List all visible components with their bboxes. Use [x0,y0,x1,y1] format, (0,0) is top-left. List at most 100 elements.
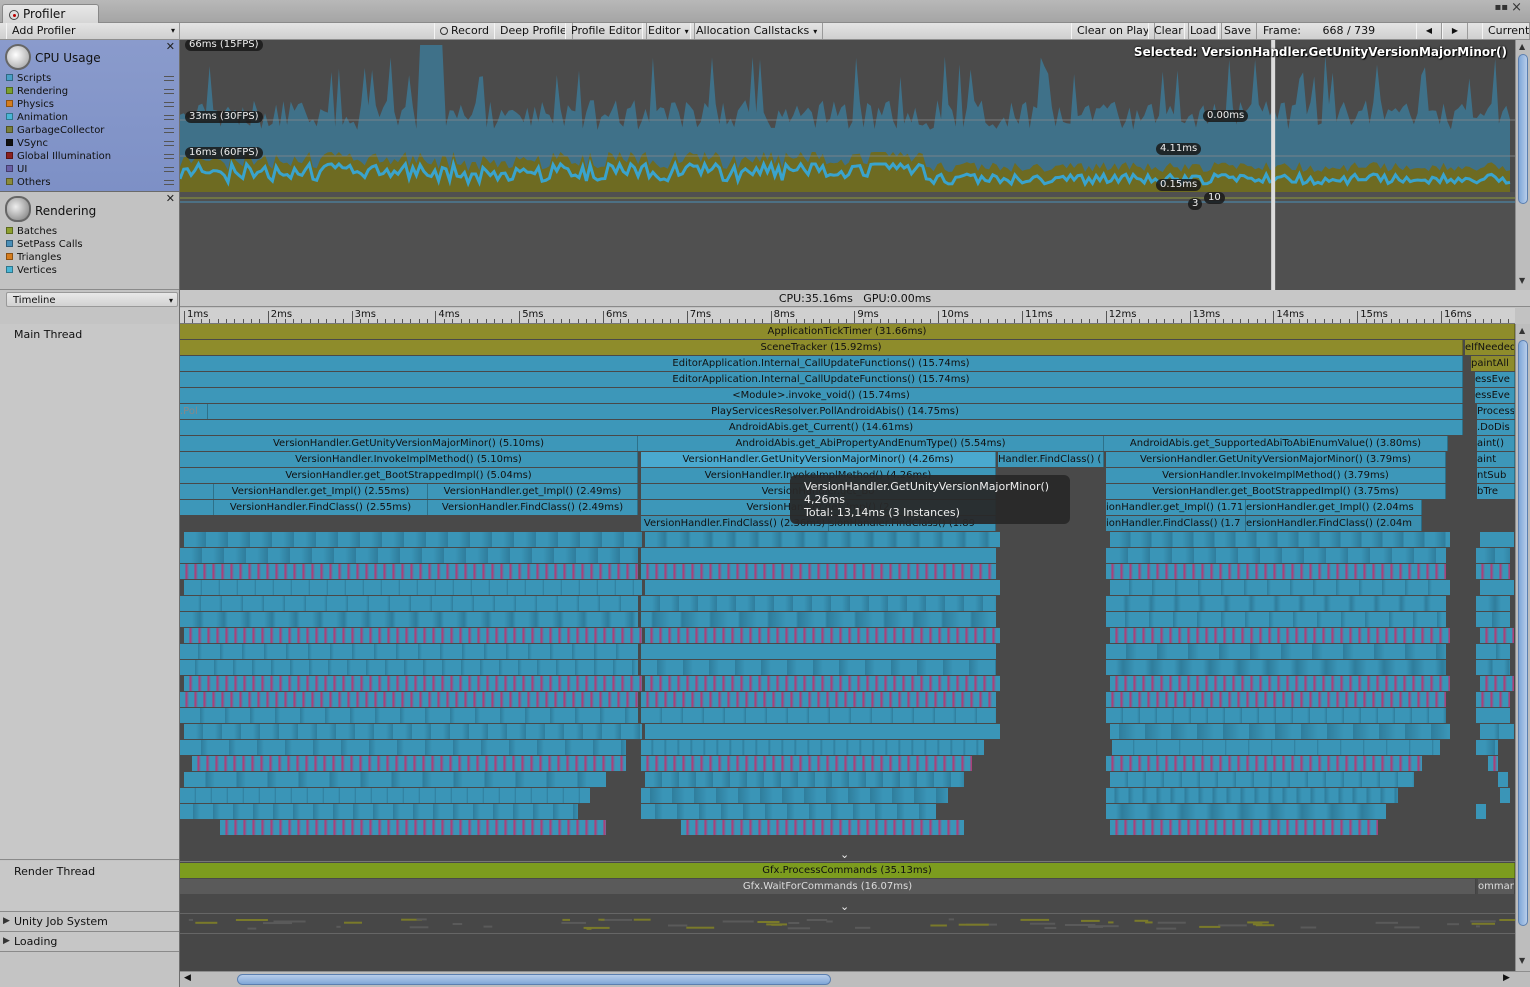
main-thread-timeline[interactable]: ApplicationTickTimer (31.66ms) SceneTrac… [180,324,1515,861]
deep-sample-row[interactable] [1476,804,1486,819]
deep-sample-row[interactable] [641,644,996,659]
timeline-horizontal-scrollbar[interactable]: ◀ ▶ [180,971,1530,987]
deep-sample-row[interactable] [180,644,638,659]
profiler-window-tab[interactable]: Profiler [2,4,99,23]
timeline-sample[interactable]: ApplicationTickTimer (31.66ms) [180,324,1515,339]
timeline-sample[interactable]: VersionHandler.FindClass() (2.49ms) [428,500,638,515]
scroll-down-icon[interactable]: ▼ [1519,276,1525,285]
timeline-sample[interactable] [180,500,214,515]
legend-item-rendering[interactable]: Rendering [6,86,174,97]
deep-sample-row[interactable] [180,596,638,611]
deep-sample-row[interactable] [645,676,1000,691]
timeline-sample[interactable]: .DoDis [1477,420,1515,435]
editor-target-dropdown[interactable]: Editor [642,23,695,39]
drag-handle-icon[interactable] [164,89,174,94]
deep-sample-row[interactable] [641,692,996,707]
add-profiler-dropdown[interactable]: Add Profiler [6,23,180,39]
deep-sample-row[interactable] [1480,628,1514,643]
timeline-sample[interactable]: AndroidAbis.get_AbiPropertyAndEnumType()… [638,436,1104,451]
scroll-up-icon[interactable]: ▲ [1519,42,1525,51]
deep-sample-row[interactable] [184,532,642,547]
horizontal-scroll-thumb[interactable] [237,974,831,985]
drag-handle-icon[interactable] [164,154,174,159]
drag-handle-icon[interactable] [164,102,174,107]
deep-sample-row[interactable] [1476,612,1510,627]
deep-profile-button[interactable]: Deep Profile [494,23,573,39]
job-system-timeline[interactable] [180,913,1515,933]
deep-sample-row[interactable] [180,564,638,579]
deep-sample-row[interactable] [641,708,996,723]
deep-sample-row[interactable] [1106,804,1386,819]
loading-group[interactable]: ▶ Loading [0,932,179,952]
deep-sample-row[interactable] [1476,548,1510,563]
timeline-sample[interactable] [180,484,214,499]
deep-sample-row[interactable] [1480,724,1514,739]
deep-sample-row[interactable] [641,612,996,627]
deep-sample-row[interactable] [1476,740,1498,755]
timeline-sample[interactable]: AndroidAbis.get_Current() (14.61ms) [180,420,1463,435]
legend-item-triangles[interactable]: Triangles [6,252,61,263]
deep-sample-row[interactable] [1110,724,1450,739]
deep-sample-row[interactable] [641,804,936,819]
cpu-usage-chart[interactable]: 66ms (15FPS) 33ms (30FPS) 16ms (60FPS) S… [180,40,1515,290]
timeline-sample[interactable]: aint() [1477,436,1515,451]
deep-sample-row[interactable] [641,788,948,803]
deep-sample-row[interactable] [645,628,1000,643]
legend-item-animation[interactable]: Animation [6,112,174,123]
deep-sample-row[interactable] [1476,708,1510,723]
timeline-sample[interactable]: VersionHandler.get_BootStrappedImpl() (5… [180,468,638,483]
deep-sample-row[interactable] [641,564,996,579]
deep-sample-row[interactable] [1110,820,1378,835]
window-menu-icon[interactable]: ▪▪ [1494,2,1508,13]
deep-sample-row[interactable] [184,628,642,643]
deep-sample-row[interactable] [1476,596,1510,611]
timeline-sample[interactable]: EditorApplication.Internal_CallUpdateFun… [180,356,1463,371]
chart-vertical-scrollbar[interactable]: ▲ ▼ [1515,40,1530,290]
drag-handle-icon[interactable] [164,76,174,81]
timeline-sample[interactable]: Gfx.WaitForCommands (16.07ms) [180,879,1476,894]
cpu-module-close-icon[interactable]: ✕ [166,40,175,53]
selected-timeline-sample[interactable]: VersionHandler.GetUnityVersionMajorMinor… [641,452,996,467]
deep-sample-row[interactable] [1476,644,1510,659]
deep-sample-row[interactable] [1106,548,1446,563]
current-frame-button[interactable]: Current [1482,23,1530,39]
deep-sample-row[interactable] [681,820,964,835]
deep-sample-row[interactable] [1476,564,1510,579]
deep-sample-row[interactable] [180,740,626,755]
deep-sample-row[interactable] [1110,532,1450,547]
deep-sample-row[interactable] [1106,644,1446,659]
timeline-sample[interactable]: VersionHandler.get_BootStrappedImpl() (3… [1106,484,1446,499]
deep-sample-row[interactable] [180,708,638,723]
deep-sample-row[interactable] [1106,788,1398,803]
profile-editor-button[interactable]: Profile Editor [565,23,648,39]
deep-sample-row[interactable] [180,804,578,819]
clear-button[interactable]: Clear [1148,23,1189,39]
deep-sample-row[interactable] [1106,596,1446,611]
timeline-sample[interactable]: paintAll [1471,356,1515,371]
legend-item-ui[interactable]: UI [6,164,174,175]
timeline-sample[interactable]: ionHandler.get_Impl() (1.71 [1106,500,1246,515]
legend-item-physics[interactable]: Physics [6,99,174,110]
deep-sample-row[interactable] [645,580,1000,595]
deep-sample-row[interactable] [1106,612,1446,627]
timeline-sample[interactable]: <Module>.invoke_void() (15.74ms) [180,388,1463,403]
timeline-sample[interactable]: Handler.FindClass() ( [998,452,1104,467]
deep-sample-row[interactable] [645,532,1000,547]
deep-sample-row[interactable] [1110,676,1450,691]
window-close-icon[interactable]: × [1511,0,1522,15]
deep-sample-row[interactable] [180,660,638,675]
legend-item-scripts[interactable]: Scripts [6,73,174,84]
allocation-callstacks-dropdown[interactable]: Allocation Callstacks [690,23,824,39]
next-frame-button[interactable]: ▶ [1442,23,1468,39]
deep-sample-row[interactable] [180,788,590,803]
timeline-scroll-thumb[interactable] [1518,340,1528,926]
deep-sample-row[interactable] [1480,532,1514,547]
load-button[interactable]: Load [1184,23,1223,39]
deep-sample-row[interactable] [1500,788,1510,803]
deep-sample-row[interactable] [1110,772,1414,787]
cpu-usage-module[interactable]: CPU Usage ✕ Scripts Rendering Physics Anima… [0,40,179,192]
legend-item-vsync[interactable]: VSync [6,138,174,149]
deep-sample-row[interactable] [220,820,606,835]
timeline-sample[interactable]: VersionHandler.InvokeImplMethod() (3.79m… [1106,468,1446,483]
deep-sample-row[interactable] [184,580,642,595]
